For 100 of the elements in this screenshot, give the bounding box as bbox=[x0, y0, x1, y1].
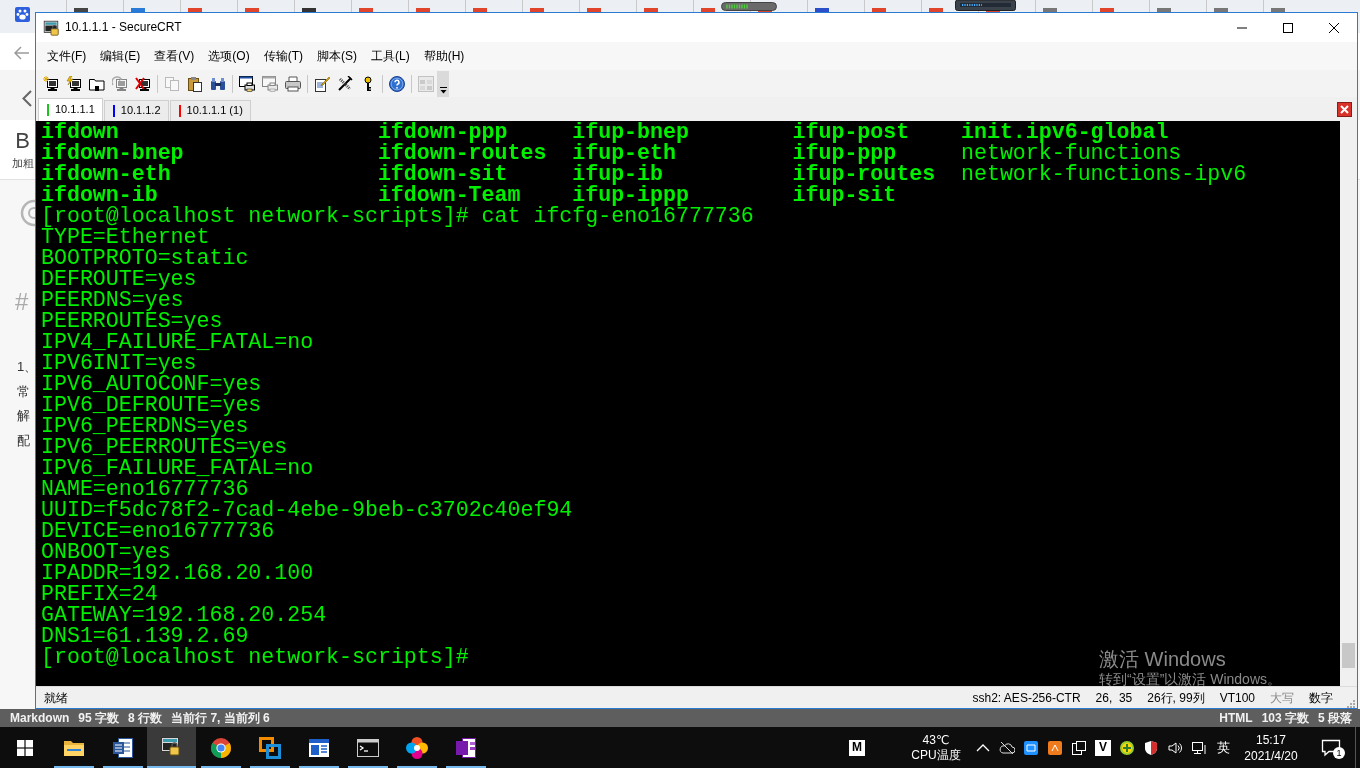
terminal-line: GATEWAY=192.168.20.254 bbox=[41, 605, 327, 626]
status-pane: VT100 bbox=[1218, 689, 1256, 707]
menu-item[interactable]: 编辑(E) bbox=[93, 42, 148, 70]
tray-app-button[interactable]: V bbox=[1095, 739, 1111, 756]
clock-button[interactable]: 15:17 2021/4/20 bbox=[1235, 731, 1307, 764]
terminal-line: IPV6_PEERDNS=yes bbox=[41, 416, 249, 437]
network-icon[interactable] bbox=[1191, 739, 1207, 756]
copy-icon[interactable] bbox=[1071, 739, 1087, 756]
status-text: 5 段落 bbox=[1318, 710, 1352, 727]
status-pane: ssh2: AES-256-CTR bbox=[971, 689, 1082, 707]
file-name: ifup-ppp bbox=[792, 143, 897, 164]
shield-icon[interactable] bbox=[1143, 739, 1159, 756]
terminal-line: IPV4_FAILURE_FATAL=no bbox=[41, 332, 314, 353]
session-tab[interactable]: 10.1.1.1 bbox=[38, 98, 103, 121]
terminal-line: DEFROUTE=yes bbox=[41, 269, 197, 290]
status-text: 103 字数 bbox=[1261, 710, 1309, 727]
close-session-button[interactable] bbox=[1337, 101, 1352, 117]
cloud-off-icon[interactable] bbox=[999, 739, 1015, 756]
paw-icon[interactable] bbox=[15, 7, 30, 22]
file-name: ifdown bbox=[41, 122, 119, 143]
paste-icon bbox=[186, 75, 203, 92]
file-name: ifup-sit bbox=[792, 185, 897, 206]
menu-item[interactable]: 帮助(H) bbox=[416, 42, 472, 70]
back-arrow-icon[interactable] bbox=[14, 45, 30, 60]
copy-icon bbox=[163, 75, 180, 92]
cpu-temperature: 43℃ bbox=[922, 732, 950, 748]
terminal-line: PREFIX=24 bbox=[41, 584, 158, 605]
monitor-lock-icon bbox=[43, 19, 59, 36]
terminal-line: NAME=eno16777736 bbox=[41, 479, 249, 500]
status-indicator: 大写 bbox=[1269, 689, 1295, 707]
tray-app-button[interactable]: M bbox=[849, 739, 865, 756]
speaker-icon[interactable] bbox=[1167, 739, 1183, 756]
document-pencil-icon bbox=[313, 75, 330, 92]
activation-title: 激活 Windows bbox=[1099, 647, 1226, 671]
taskbar-button[interactable] bbox=[147, 727, 196, 768]
notification-badge: 1 bbox=[1333, 747, 1345, 759]
file-name: ifup-bnep bbox=[572, 122, 689, 143]
monitor-star-icon bbox=[42, 75, 59, 92]
plus-circle-icon[interactable] bbox=[1119, 739, 1135, 756]
session-tab[interactable]: 10.1.1.2 bbox=[103, 100, 169, 121]
overlapping-squares-icon bbox=[257, 735, 282, 760]
file-name: network-functions-ipv6 bbox=[961, 164, 1247, 185]
terminal-line: TYPE=Ethernet bbox=[41, 227, 210, 248]
menu-item[interactable]: 脚本(S) bbox=[310, 42, 364, 70]
input-method-button[interactable]: 英 bbox=[1211, 739, 1235, 756]
chevron-left-icon[interactable] bbox=[22, 90, 32, 107]
file-name: ifdown-sit bbox=[377, 164, 508, 185]
ring-icon bbox=[20, 199, 35, 227]
file-name: ifdown-ppp bbox=[377, 122, 508, 143]
status-message: 就绪 bbox=[43, 689, 69, 707]
terminal-line: UUID=f5dc78f2-7cad-4ebe-9beb-c3702c40ef94 bbox=[41, 500, 573, 521]
petals-icon bbox=[404, 735, 429, 760]
activation-hint: 转到“设置”以激活 Windows。 bbox=[1099, 671, 1281, 687]
menu-item[interactable]: 传输(T) bbox=[256, 42, 310, 70]
terminal-line: [root@localhost network-scripts]# cat ifcfg-eno16777736 bbox=[41, 206, 754, 227]
file-name: ifdown-routes bbox=[377, 143, 547, 164]
file-name: ifup-ib bbox=[572, 164, 663, 185]
editor-text: 解 bbox=[17, 407, 30, 425]
session-tab[interactable]: 10.1.1.1 (1) bbox=[169, 100, 251, 121]
terminal-line: ONBOOT=yes bbox=[41, 542, 171, 563]
monitor-cross-icon bbox=[134, 75, 151, 92]
document-icon bbox=[110, 735, 135, 760]
notification-icon[interactable] bbox=[1321, 738, 1341, 757]
file-name: ifup-post bbox=[792, 122, 910, 143]
file-name: network-functions bbox=[961, 143, 1182, 164]
window-title: 10.1.1.1 - SecureCRT bbox=[65, 20, 182, 35]
toolbar-overflow-button[interactable] bbox=[437, 70, 449, 97]
monitor-bolt-icon bbox=[65, 75, 82, 92]
terminal-line: [root@localhost network-scripts]# bbox=[41, 647, 469, 668]
file-name: ifup-ippp bbox=[572, 185, 689, 206]
status-text: HTML bbox=[1219, 710, 1253, 727]
scrollbar[interactable] bbox=[1340, 121, 1357, 686]
file-name: ifup-routes bbox=[792, 164, 936, 185]
terminal-line: IPV6_FAILURE_FATAL=no bbox=[41, 458, 314, 479]
bold-button[interactable]: B 加粗 bbox=[10, 128, 35, 170]
terminal-line: DNS1=61.139.2.69 bbox=[41, 626, 249, 647]
file-name: ifdown-eth bbox=[41, 164, 171, 185]
printer-icon bbox=[284, 75, 301, 92]
terminal-line: IPV6INIT=yes bbox=[41, 353, 197, 374]
window-printer-icon bbox=[261, 75, 278, 92]
tile-icon[interactable] bbox=[1023, 739, 1039, 756]
help-icon bbox=[388, 75, 405, 92]
terminal-line: IPADDR=192.168.20.100 bbox=[41, 563, 314, 584]
file-name: ifdown-bnep bbox=[41, 143, 184, 164]
scrollbar-thumb[interactable] bbox=[1342, 643, 1355, 668]
file-name: init.ipv6-global bbox=[961, 122, 1169, 143]
tile-icon[interactable] bbox=[1047, 739, 1063, 756]
menu-item[interactable]: 选项(O) bbox=[201, 42, 257, 70]
binoculars-icon bbox=[209, 75, 226, 92]
terminal-line: IPV6_AUTOCONF=yes bbox=[41, 374, 262, 395]
terminal-line: PEERROUTES=yes bbox=[41, 311, 223, 332]
resize-grip-icon[interactable] bbox=[1345, 698, 1355, 708]
menu-item[interactable]: 文件(F) bbox=[40, 42, 94, 70]
status-text: 当前行 7, 当前列 6 bbox=[171, 710, 270, 727]
cpu-temperature-label: CPU温度 bbox=[911, 747, 961, 763]
status-pane: 26行, 99列 bbox=[1146, 689, 1206, 707]
menu-item[interactable]: 工具(L) bbox=[364, 42, 417, 70]
close-icon bbox=[1329, 22, 1339, 33]
terminal-line: BOOTPROTO=static bbox=[41, 248, 249, 269]
menu-item[interactable]: 查看(V) bbox=[147, 42, 202, 70]
